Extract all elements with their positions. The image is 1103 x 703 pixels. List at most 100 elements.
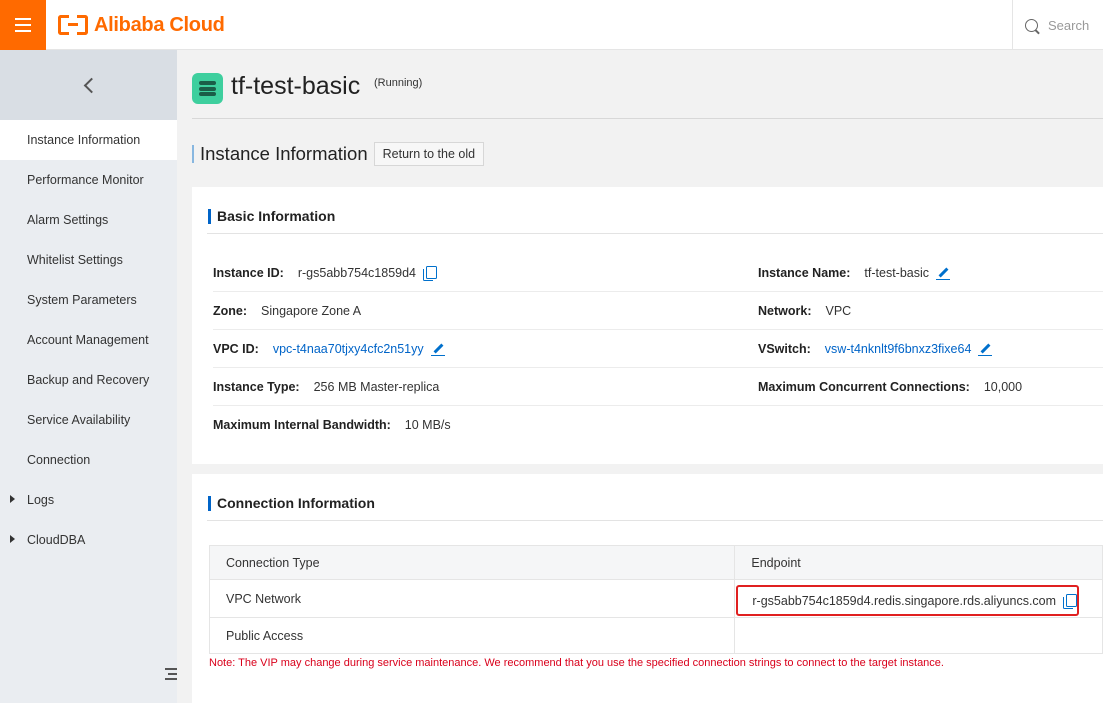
network-field: Network: VPC	[758, 292, 851, 330]
highlighted-endpoint: r-gs5abb754c1859d4.redis.singapore.rds.a…	[736, 585, 1080, 616]
instance-id-value: r-gs5abb754c1859d4	[297, 266, 417, 280]
main-content: tf-test-basic (Running) Instance Informa…	[177, 50, 1103, 703]
redis-instance-icon	[192, 73, 223, 104]
chevron-left-icon	[83, 77, 100, 93]
sidebar-item-label: Performance Monitor	[27, 173, 144, 187]
sidebar: Instance Information Performance Monitor…	[0, 50, 177, 703]
sidebar-item-performance-monitor[interactable]: Performance Monitor	[0, 160, 177, 200]
field-label: Network:	[758, 304, 812, 318]
card-accent-bar	[208, 495, 211, 511]
sidebar-item-label: Connection	[27, 453, 91, 467]
copy-icon[interactable]	[423, 266, 438, 281]
card-title: Basic Information	[208, 208, 335, 224]
field-label: Maximum Internal Bandwidth:	[213, 418, 391, 432]
column-header-endpoint: Endpoint	[734, 545, 1103, 580]
instance-id-field: Instance ID: r-gs5abb754c1859d4	[213, 254, 438, 292]
page-title: tf-test-basic	[231, 72, 361, 100]
instance-name-field: Instance Name: tf-test-basic	[758, 254, 951, 292]
sidebar-item-label: Backup and Recovery	[27, 373, 150, 387]
endpoint-value[interactable]: r-gs5abb754c1859d4.redis.singapore.rds.a…	[752, 594, 1056, 608]
field-label: Instance Type:	[213, 380, 300, 394]
divider	[207, 233, 1103, 234]
column-header-connection-type: Connection Type	[208, 545, 736, 580]
connection-information-card: Connection Information Connection Type E…	[192, 474, 1103, 703]
top-navbar: Alibaba Cloud Search	[0, 0, 1103, 50]
sidebar-item-clouddba[interactable]: CloudDBA	[0, 520, 177, 560]
sidebar-item-label: Service Availability	[27, 413, 131, 427]
sidebar-item-label: Instance Information	[27, 133, 141, 147]
connection-information-title: Connection Information	[217, 495, 375, 511]
edit-icon[interactable]	[430, 342, 445, 356]
edit-icon[interactable]	[936, 266, 951, 280]
divider	[207, 520, 1103, 521]
connection-table: Connection Type Endpoint VPC Network r-g…	[208, 545, 1103, 654]
instance-header: tf-test-basic (Running)	[192, 66, 1103, 119]
alibaba-cloud-logo[interactable]: Alibaba Cloud	[58, 12, 225, 38]
sidebar-item-label: Logs	[27, 493, 55, 507]
connection-type-cell: Public Access	[208, 617, 736, 654]
sidebar-item-connection[interactable]: Connection	[0, 440, 177, 480]
info-row: Maximum Internal Bandwidth: 10 MB/s	[213, 406, 1103, 444]
endpoint-cell: r-gs5abb754c1859d4.redis.singapore.rds.a…	[734, 579, 1103, 618]
instance-type-field: Instance Type: 256 MB Master-replica	[213, 368, 439, 406]
zone-value: Singapore Zone A	[261, 304, 362, 318]
field-label: Zone:	[213, 304, 248, 318]
sidebar-item-label: Whitelist Settings	[27, 253, 123, 267]
vswitch-link[interactable]: vsw-t4nknlt9f6bnxz3fixe64	[825, 342, 972, 356]
maintenance-note: Note: The VIP may change during service …	[209, 657, 944, 669]
section-title: Instance Information	[200, 142, 368, 164]
max-connections-value: 10,000	[983, 380, 1023, 394]
back-button[interactable]	[0, 50, 177, 120]
info-row: Instance Type: 256 MB Master-replica Max…	[213, 368, 1103, 406]
card-accent-bar	[208, 208, 211, 224]
search-box[interactable]: Search	[1012, 0, 1103, 50]
hamburger-menu-button[interactable]	[0, 0, 46, 50]
info-row: VPC ID: vpc-t4naa70tjxy4cfc2n51yy VSwitc…	[213, 330, 1103, 368]
bandwidth-value: 10 MB/s	[404, 418, 451, 432]
basic-information-card: Basic Information Instance ID: r-gs5abb7…	[192, 187, 1103, 464]
sidebar-item-label: Alarm Settings	[27, 213, 109, 227]
search-placeholder: Search	[1048, 17, 1090, 33]
sidebar-item-whitelist-settings[interactable]: Whitelist Settings	[0, 240, 177, 280]
caret-right-icon	[10, 495, 15, 503]
vpc-id-field: VPC ID: vpc-t4naa70tjxy4cfc2n51yy	[213, 330, 445, 368]
table-header-row: Connection Type Endpoint	[208, 545, 1103, 580]
caret-right-icon	[10, 535, 15, 543]
menu-icon	[15, 18, 31, 32]
connection-type-cell: VPC Network	[208, 579, 736, 618]
info-row: Instance ID: r-gs5abb754c1859d4 Instance…	[213, 254, 1103, 292]
card-title: Connection Information	[208, 495, 375, 511]
table-row: VPC Network r-gs5abb754c1859d4.redis.sin…	[208, 579, 1103, 618]
search-icon	[1025, 18, 1038, 32]
brand-name: Alibaba Cloud	[94, 13, 225, 36]
sidebar-item-label: CloudDBA	[27, 533, 86, 547]
field-label: Instance Name:	[758, 266, 851, 280]
sidebar-item-alarm-settings[interactable]: Alarm Settings	[0, 200, 177, 240]
max-connections-field: Maximum Concurrent Connections: 10,000	[758, 368, 1022, 406]
instance-name-value: tf-test-basic	[864, 266, 930, 280]
field-label: VPC ID:	[213, 342, 259, 356]
sidebar-item-instance-information[interactable]: Instance Information	[0, 120, 177, 160]
sidebar-item-label: Account Management	[27, 333, 149, 347]
section-header: Instance Information Return to the old	[192, 141, 485, 166]
endpoint-cell	[734, 617, 1103, 654]
sidebar-item-backup-and-recovery[interactable]: Backup and Recovery	[0, 360, 177, 400]
section-accent-bar	[192, 144, 194, 163]
sidebar-item-account-management[interactable]: Account Management	[0, 320, 177, 360]
info-row: Zone: Singapore Zone A Network: VPC	[213, 292, 1103, 330]
edit-icon[interactable]	[978, 342, 993, 356]
field-label: Instance ID:	[213, 266, 284, 280]
return-to-old-button[interactable]: Return to the old	[373, 141, 485, 166]
table-row: Public Access	[208, 617, 1103, 654]
instance-type-value: 256 MB Master-replica	[313, 380, 440, 394]
sidebar-item-system-parameters[interactable]: System Parameters	[0, 280, 177, 320]
basic-information-title: Basic Information	[217, 208, 336, 224]
sidebar-item-label: System Parameters	[27, 293, 137, 307]
field-label: Maximum Concurrent Connections:	[758, 380, 970, 394]
field-label: VSwitch:	[758, 342, 811, 356]
copy-icon[interactable]	[1063, 593, 1078, 609]
vpc-id-link[interactable]: vpc-t4naa70tjxy4cfc2n51yy	[273, 342, 424, 356]
zone-field: Zone: Singapore Zone A	[213, 292, 361, 330]
sidebar-item-service-availability[interactable]: Service Availability	[0, 400, 177, 440]
sidebar-item-logs[interactable]: Logs	[0, 480, 177, 520]
